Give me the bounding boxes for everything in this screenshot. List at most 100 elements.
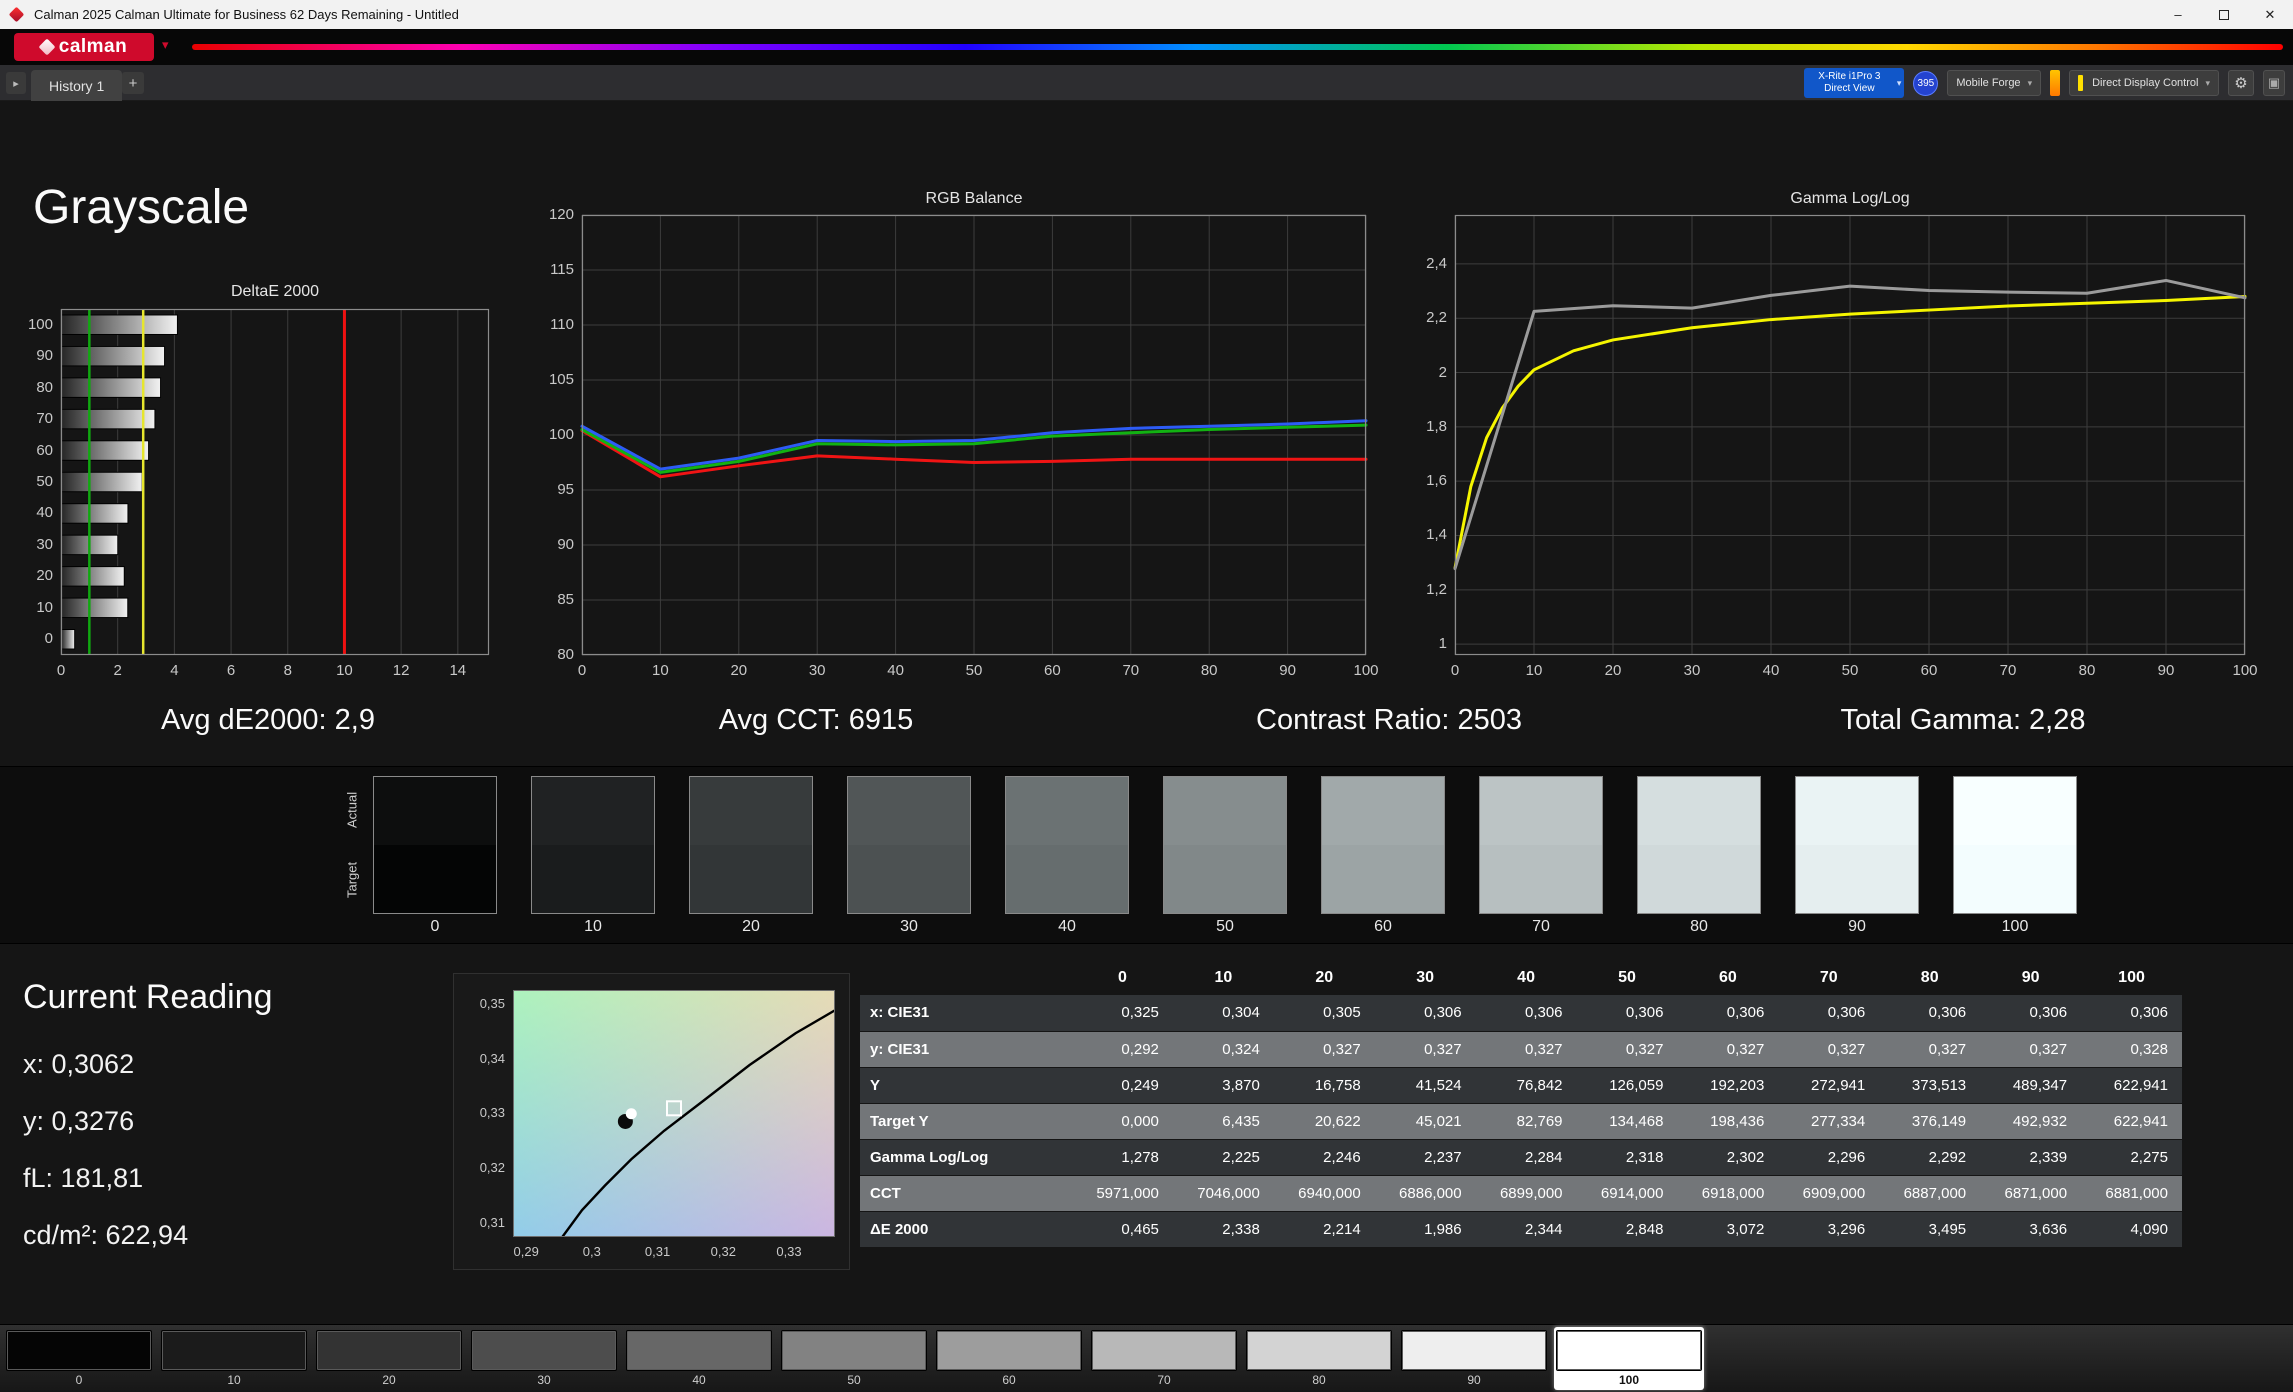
y-axis-tick-label: 1 (1403, 635, 1447, 652)
level-button-20[interactable]: 20 (314, 1327, 464, 1390)
meter-selector-button[interactable]: X-Rite i1Pro 3 Direct View ▾ (1804, 68, 1904, 98)
window-controls: – ✕ (2155, 0, 2293, 29)
table-cell: 82,769 (1476, 1103, 1577, 1139)
table-cell: 373,513 (1879, 1067, 1980, 1103)
deltae-plot: 100908070605040302010002468101214 (61, 309, 489, 655)
grayscale-swatch-40 (1005, 776, 1129, 914)
current-reading-panel: Current Reading x: 0,3062 y: 0,3276 fL: … (23, 978, 433, 1277)
table-cell: 0,327 (1778, 1031, 1879, 1067)
column-header: 10 (1173, 961, 1274, 995)
minimize-button[interactable]: – (2155, 0, 2201, 29)
gamma-chart-title: Gamma Log/Log (1455, 190, 2245, 208)
x-axis-tick-label: 0,31 (638, 1244, 678, 1259)
x-axis-tick-label: 10 (1514, 662, 1554, 679)
swatch-actual (1638, 777, 1760, 845)
history-nav-button[interactable]: ▸ (6, 72, 26, 94)
table-cell: 2,339 (1980, 1139, 2081, 1175)
x-axis-tick-label: 100 (1346, 662, 1386, 679)
level-button-0[interactable]: 0 (4, 1327, 154, 1390)
table-cell: 3,636 (1980, 1211, 2081, 1247)
y-axis-tick-label: 1,4 (1403, 526, 1447, 543)
level-button-90[interactable]: 90 (1399, 1327, 1549, 1390)
level-label: 10 (161, 1373, 307, 1387)
y-axis-tick-label: 90 (9, 347, 53, 364)
level-button-80[interactable]: 80 (1244, 1327, 1394, 1390)
swatch-label: 80 (1637, 918, 1761, 936)
table-cell: 0,327 (1476, 1031, 1577, 1067)
column-header: 70 (1778, 961, 1879, 995)
swatch-target (374, 845, 496, 913)
tab-history-1[interactable]: History 1 (31, 70, 122, 101)
table-cell: 0,249 (1072, 1067, 1173, 1103)
x-axis-tick-label: 60 (1032, 662, 1072, 679)
layout-grid-button[interactable]: ▣ (2263, 70, 2285, 96)
table-cell: 192,203 (1677, 1067, 1778, 1103)
level-button-100[interactable]: 100 (1554, 1327, 1704, 1390)
settings-gear-button[interactable]: ⚙ (2228, 70, 2254, 96)
display-control-button[interactable]: Direct Display Control ▾ (2069, 70, 2219, 96)
rainbow-stripe (192, 44, 2283, 50)
rgb-balance-plot: 0102030405060708090100808590951001051101… (582, 215, 1366, 655)
y-axis-tick-label: 50 (9, 473, 53, 490)
swatch-label: 50 (1163, 918, 1287, 936)
avg-de2000-readout: Avg dE2000: 2,9 (68, 704, 468, 737)
row-label: Y (860, 1067, 1072, 1103)
level-swatch (1246, 1330, 1392, 1371)
y-axis-tick-label: 0,34 (461, 1051, 505, 1066)
x-axis-tick-label: 80 (1189, 662, 1229, 679)
table-cell: 0,306 (1879, 995, 1980, 1031)
close-button[interactable]: ✕ (2247, 0, 2293, 29)
table-row: Gamma Log/Log1,2782,2252,2462,2372,2842,… (860, 1139, 2182, 1175)
x-axis-tick-label: 100 (2225, 662, 2265, 679)
calman-logo[interactable]: calman (14, 33, 154, 61)
contrast-ratio-readout: Contrast Ratio: 2503 (1189, 704, 1589, 737)
swatch-actual (1164, 777, 1286, 845)
logo-menu-caret-icon[interactable]: ▾ (162, 37, 169, 53)
display-control-stripe (2078, 75, 2083, 91)
table-cell: 0,304 (1173, 995, 1274, 1031)
table-cell: 3,870 (1173, 1067, 1274, 1103)
tab-bar: ▸ History 1 + X-Rite i1Pro 3 Direct View… (0, 65, 2293, 101)
column-header: 100 (2081, 961, 2182, 995)
pattern-source-button[interactable]: Mobile Forge ▾ (1947, 70, 2041, 96)
row-label: x: CIE31 (860, 995, 1072, 1031)
x-axis-tick-label: 8 (268, 662, 308, 679)
table-cell: 2,338 (1173, 1211, 1274, 1247)
table-row: y: CIE310,2920,3240,3270,3270,3270,3270,… (860, 1031, 2182, 1067)
level-button-40[interactable]: 40 (624, 1327, 774, 1390)
meter-dropdown-icon: ▾ (1897, 78, 1902, 89)
table-cell: 6,435 (1173, 1103, 1274, 1139)
table-cell: 0,327 (1677, 1031, 1778, 1067)
cie-plot: 0,290,30,310,320,330,350,340,330,320,31 (513, 990, 835, 1237)
table-cell: 0,327 (1577, 1031, 1678, 1067)
swatch-label: 40 (1005, 918, 1129, 936)
table-corner-cell (860, 961, 1072, 995)
y-axis-tick-label: 105 (530, 371, 574, 388)
add-tab-button[interactable]: + (122, 72, 144, 94)
level-label: 100 (1556, 1373, 1702, 1387)
x-axis-tick-label: 30 (1672, 662, 1712, 679)
table-cell: 622,941 (2081, 1103, 2182, 1139)
column-header: 80 (1879, 961, 1980, 995)
level-button-50[interactable]: 50 (779, 1327, 929, 1390)
level-button-70[interactable]: 70 (1089, 1327, 1239, 1390)
maximize-button[interactable] (2201, 0, 2247, 29)
reading-x: x: 0,3062 (23, 1049, 433, 1080)
swatch-target (1164, 845, 1286, 913)
level-label: 60 (936, 1373, 1082, 1387)
column-header: 60 (1677, 961, 1778, 995)
table-cell: 2,292 (1879, 1139, 1980, 1175)
swatch-actual (532, 777, 654, 845)
level-button-60[interactable]: 60 (934, 1327, 1084, 1390)
table-cell: 0,327 (1879, 1031, 1980, 1067)
table-cell: 0,325 (1072, 995, 1173, 1031)
swatch-target (1322, 845, 1444, 913)
table-cell: 1,278 (1072, 1139, 1173, 1175)
y-axis-tick-label: 0,31 (461, 1215, 505, 1230)
table-cell: 7046,000 (1173, 1175, 1274, 1211)
table-cell: 2,296 (1778, 1139, 1879, 1175)
table-cell: 622,941 (2081, 1067, 2182, 1103)
level-button-10[interactable]: 10 (159, 1327, 309, 1390)
x-axis-tick-label: 90 (2146, 662, 2186, 679)
level-button-30[interactable]: 30 (469, 1327, 619, 1390)
